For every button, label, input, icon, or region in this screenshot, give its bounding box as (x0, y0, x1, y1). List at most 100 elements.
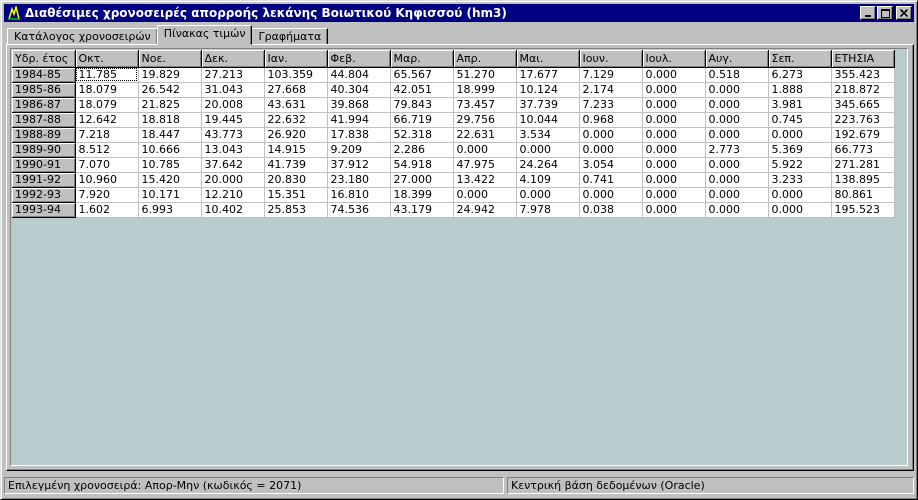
row-header-year[interactable]: 1991-92 (12, 172, 76, 188)
table-cell[interactable]: 22.632 (264, 112, 328, 128)
table-cell[interactable]: 0.000 (579, 127, 643, 143)
minimize-icon[interactable] (860, 6, 876, 20)
table-cell[interactable]: 18.399 (390, 187, 454, 203)
table-cell[interactable]: 26.920 (264, 127, 328, 143)
table-cell[interactable]: 4.109 (516, 172, 580, 188)
table-cell[interactable]: 0.745 (768, 112, 832, 128)
column-header[interactable]: Απρ. (453, 50, 517, 68)
table-cell[interactable]: 0.000 (453, 142, 517, 158)
table-cell[interactable]: 5.922 (768, 157, 832, 173)
table-cell[interactable]: 15.351 (264, 187, 328, 203)
column-header[interactable]: Δεκ. (201, 50, 265, 68)
table-cell[interactable]: 26.542 (138, 82, 202, 98)
table-cell[interactable]: 7.920 (75, 187, 139, 203)
table-cell[interactable]: 21.825 (138, 97, 202, 113)
table-cell[interactable]: 7.129 (579, 67, 643, 83)
column-header[interactable]: Ιουν. (579, 50, 643, 68)
table-cell[interactable]: 12.210 (201, 187, 265, 203)
table-cell[interactable]: 41.739 (264, 157, 328, 173)
table-cell[interactable]: 9.209 (327, 142, 391, 158)
table-cell[interactable]: 218.872 (831, 82, 895, 98)
table-cell[interactable]: 24.264 (516, 157, 580, 173)
table-cell[interactable]: 0.000 (768, 127, 832, 143)
table-cell[interactable]: 0.000 (705, 112, 769, 128)
table-cell[interactable]: 52.318 (390, 127, 454, 143)
table-cell[interactable]: 7.218 (75, 127, 139, 143)
table-cell[interactable]: 7.233 (579, 97, 643, 113)
column-header[interactable]: Μαι. (516, 50, 580, 68)
table-cell[interactable]: 14.915 (264, 142, 328, 158)
table-cell[interactable]: 0.000 (705, 82, 769, 98)
table-cell[interactable]: 223.763 (831, 112, 895, 128)
table-cell[interactable]: 0.000 (642, 202, 706, 218)
table-cell[interactable]: 18.447 (138, 127, 202, 143)
table-cell[interactable]: 0.000 (705, 97, 769, 113)
table-cell[interactable]: 18.079 (75, 82, 139, 98)
table-cell[interactable]: 195.523 (831, 202, 895, 218)
table-cell[interactable]: 0.000 (768, 187, 832, 203)
table-cell[interactable]: 66.719 (390, 112, 454, 128)
table-cell[interactable]: 2.174 (579, 82, 643, 98)
table-cell[interactable]: 3.981 (768, 97, 832, 113)
column-header[interactable]: Ιαν. (264, 50, 328, 68)
table-cell[interactable]: 65.567 (390, 67, 454, 83)
table-cell[interactable]: 0.518 (705, 67, 769, 83)
row-header-year[interactable]: 1987-88 (12, 112, 76, 128)
table-cell[interactable]: 0.000 (579, 142, 643, 158)
table-cell[interactable]: 0.000 (705, 157, 769, 173)
table-cell[interactable]: 27.000 (390, 172, 454, 188)
table-cell[interactable]: 11.785 (75, 67, 139, 83)
table-cell[interactable]: 0.000 (516, 187, 580, 203)
table-cell[interactable]: 74.536 (327, 202, 391, 218)
table-cell[interactable]: 43.179 (390, 202, 454, 218)
table-cell[interactable]: 2.286 (390, 142, 454, 158)
table-cell[interactable]: 47.975 (453, 157, 517, 173)
table-cell[interactable]: 27.668 (264, 82, 328, 98)
table-cell[interactable]: 7.070 (75, 157, 139, 173)
table-cell[interactable]: 23.180 (327, 172, 391, 188)
table-cell[interactable]: 0.000 (642, 127, 706, 143)
table-cell[interactable]: 44.804 (327, 67, 391, 83)
table-cell[interactable]: 41.994 (327, 112, 391, 128)
table-cell[interactable]: 0.000 (642, 172, 706, 188)
table-cell[interactable]: 1.888 (768, 82, 832, 98)
table-cell[interactable]: 37.739 (516, 97, 580, 113)
table-cell[interactable]: 20.830 (264, 172, 328, 188)
table-cell[interactable]: 0.000 (453, 187, 517, 203)
table-cell[interactable]: 192.679 (831, 127, 895, 143)
table-cell[interactable]: 20.008 (201, 97, 265, 113)
table-cell[interactable]: 0.000 (705, 127, 769, 143)
table-cell[interactable]: 0.968 (579, 112, 643, 128)
table-cell[interactable]: 10.044 (516, 112, 580, 128)
table-cell[interactable]: 0.000 (642, 97, 706, 113)
table-cell[interactable]: 0.038 (579, 202, 643, 218)
table-cell[interactable]: 3.054 (579, 157, 643, 173)
table-cell[interactable]: 73.457 (453, 97, 517, 113)
table-cell[interactable]: 40.304 (327, 82, 391, 98)
column-header[interactable]: ΕΤΗΣΙΑ (831, 50, 895, 68)
table-cell[interactable]: 43.773 (201, 127, 265, 143)
table-cell[interactable]: 0.000 (642, 112, 706, 128)
table-cell[interactable]: 31.043 (201, 82, 265, 98)
title-bar[interactable]: Διαθέσιμες χρονοσειρές απορροής λεκάνης … (4, 4, 914, 22)
column-header-year[interactable]: Υδρ. έτος (12, 50, 76, 68)
table-cell[interactable]: 0.000 (642, 157, 706, 173)
row-header-year[interactable]: 1985-86 (12, 82, 76, 98)
table-cell[interactable]: 0.000 (642, 187, 706, 203)
table-cell[interactable]: 18.079 (75, 97, 139, 113)
table-cell[interactable]: 15.420 (138, 172, 202, 188)
table-cell[interactable]: 0.000 (642, 142, 706, 158)
column-header[interactable]: Ιουλ. (642, 50, 706, 68)
table-cell[interactable]: 0.000 (642, 67, 706, 83)
column-header[interactable]: Σεπ. (768, 50, 832, 68)
table-cell[interactable]: 0.000 (768, 202, 832, 218)
row-header-year[interactable]: 1990-91 (12, 157, 76, 173)
table-cell[interactable]: 10.171 (138, 187, 202, 203)
table-cell[interactable]: 2.773 (705, 142, 769, 158)
table-cell[interactable]: 12.642 (75, 112, 139, 128)
close-icon[interactable] (896, 6, 912, 20)
table-cell[interactable]: 0.000 (705, 202, 769, 218)
table-cell[interactable]: 51.270 (453, 67, 517, 83)
tab-charts[interactable]: Γραφήματα (251, 28, 329, 45)
tab-catalog[interactable]: Κατάλογος χρονοσειρών (7, 28, 158, 45)
